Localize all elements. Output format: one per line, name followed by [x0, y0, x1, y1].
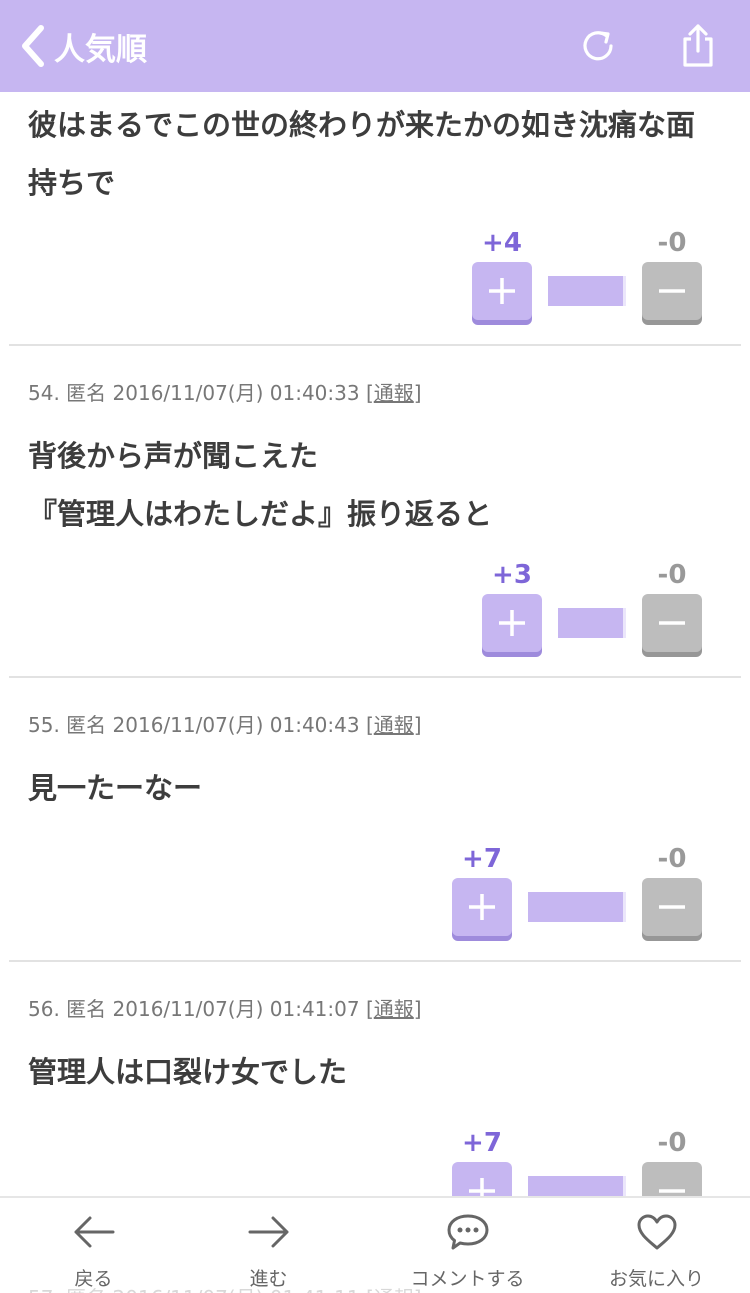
back-button[interactable]: 人気順 [12, 22, 147, 70]
plus-count: +7 [462, 844, 502, 874]
bottom-nav: 57. 匿名 2016/11/07(月) 01:41:11 [通報] 戻る 進む… [0, 1196, 750, 1293]
report-link[interactable]: 通報 [374, 381, 414, 405]
minus-icon [659, 621, 685, 625]
nav-label: コメントする [410, 1268, 525, 1290]
plus-icon [469, 1178, 495, 1196]
chevron-left-icon [12, 22, 52, 70]
plus-vote-button[interactable] [482, 594, 542, 652]
comment-meta: 54. 匿名 2016/11/07(月) 01:40:33 [通報] [28, 381, 422, 405]
plus-count: +3 [492, 560, 532, 590]
plus-icon [489, 278, 515, 304]
minus-count: -0 [657, 1128, 687, 1158]
report-link[interactable]: 通報 [374, 997, 414, 1021]
comment-line: 『管理人はわたしだよ』振り返ると [28, 497, 493, 531]
comment-body: 管理人は口裂け女でした [28, 1043, 728, 1101]
arrow-left-icon [0, 1212, 187, 1252]
vote-row: +3 -0 [0, 560, 750, 652]
vote-row: +7 -0 [0, 844, 750, 936]
nav-favorite-button[interactable]: お気に入り [563, 1198, 750, 1293]
nav-label: 進む [249, 1268, 288, 1290]
comment-body: 彼はまるでこの世の終わりが来たかの如き沈痛な面 持ちで [28, 96, 728, 212]
divider [9, 676, 741, 678]
report-link[interactable]: 通報 [374, 713, 414, 737]
minus-vote-button[interactable] [642, 262, 702, 320]
nav-forward-button[interactable]: 進む [175, 1198, 362, 1293]
divider [9, 344, 741, 346]
nav-comment-button[interactable]: コメントする [374, 1198, 561, 1293]
plus-icon [469, 894, 495, 920]
top-bar: 人気順 [0, 0, 750, 92]
vote-ratio-bar [558, 608, 626, 638]
vote-row: +7 -0 [0, 1128, 750, 1196]
plus-count: +7 [462, 1128, 502, 1158]
comment-line: 管理人は口裂け女でした [28, 1055, 348, 1089]
comment-body: 背後から声が聞こえた 『管理人はわたしだよ』振り返ると [28, 427, 728, 543]
minus-vote-button[interactable] [642, 594, 702, 652]
comment-line: 彼はまるでこの世の終わりが来たかの如き沈痛な面 [28, 108, 696, 142]
plus-count: +4 [482, 228, 522, 258]
nav-label: 戻る [74, 1268, 113, 1290]
nav-back-button[interactable]: 戻る [0, 1198, 187, 1293]
reload-icon[interactable] [572, 20, 624, 72]
minus-icon [659, 1189, 685, 1193]
minus-icon [659, 905, 685, 909]
divider [9, 960, 741, 962]
minus-vote-button[interactable] [642, 1162, 702, 1196]
vote-ratio-bar [548, 276, 626, 306]
plus-vote-button[interactable] [472, 262, 532, 320]
comment-line: 持ちで [28, 166, 116, 200]
minus-count: -0 [657, 844, 687, 874]
share-icon[interactable] [672, 20, 724, 72]
comment-line: 見一たーなー [28, 771, 203, 805]
heart-icon [563, 1212, 750, 1252]
back-label: 人気順 [54, 31, 147, 68]
minus-count: -0 [657, 228, 687, 258]
comment-bubble-icon [374, 1212, 561, 1252]
arrow-right-icon [175, 1212, 362, 1252]
nav-label: お気に入り [608, 1268, 704, 1290]
comment-meta: 55. 匿名 2016/11/07(月) 01:40:43 [通報] [28, 713, 422, 737]
plus-vote-button[interactable] [452, 878, 512, 936]
minus-icon [659, 289, 685, 293]
minus-count: -0 [657, 560, 687, 590]
vote-ratio-bar [528, 1176, 626, 1196]
comment-body: 見一たーなー [28, 759, 728, 817]
minus-vote-button[interactable] [642, 878, 702, 936]
comment-meta: 56. 匿名 2016/11/07(月) 01:41:07 [通報] [28, 997, 422, 1021]
vote-ratio-bar [528, 892, 626, 922]
plus-icon [499, 610, 525, 636]
vote-row: +4 -0 [0, 228, 750, 320]
plus-vote-button[interactable] [452, 1162, 512, 1196]
comment-list: 彼はまるでこの世の終わりが来たかの如き沈痛な面 持ちで +4 -0 54. 匿名… [0, 92, 750, 1196]
comment-line: 背後から声が聞こえた [28, 439, 319, 473]
